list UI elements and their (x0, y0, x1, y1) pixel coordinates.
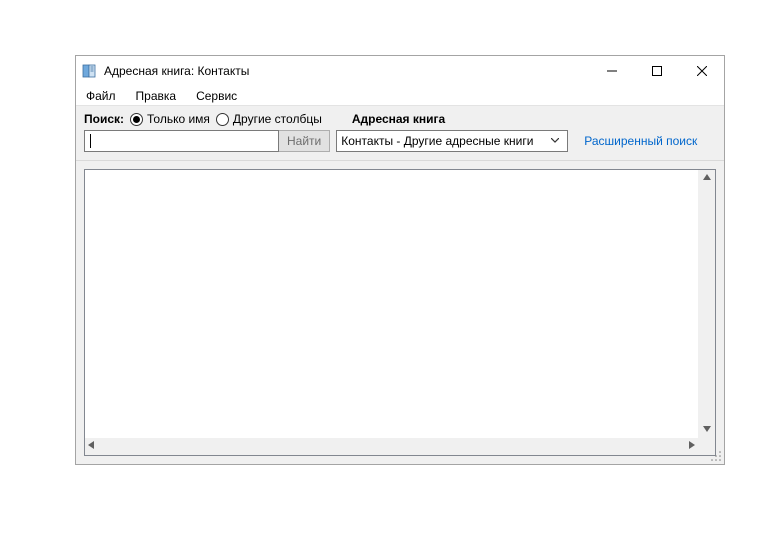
address-book-label: Адресная книга (352, 112, 445, 126)
radio-other-columns-label: Другие столбцы (233, 112, 322, 126)
menu-file[interactable]: Файл (82, 87, 120, 105)
app-icon (82, 63, 98, 79)
scroll-right-icon (686, 438, 698, 455)
search-input[interactable] (84, 130, 279, 152)
radio-name-only-label: Только имя (147, 112, 210, 126)
results-listview[interactable] (84, 169, 716, 456)
titlebar: Адресная книга: Контакты (76, 56, 724, 86)
resize-grip[interactable] (710, 450, 722, 462)
radio-name-only-indicator (130, 113, 143, 126)
maximize-button[interactable] (634, 56, 679, 86)
horizontal-scrollbar[interactable] (85, 438, 698, 455)
menubar: Файл Правка Сервис (76, 86, 724, 106)
radio-other-columns[interactable]: Другие столбцы (216, 112, 322, 126)
menu-edit[interactable]: Правка (132, 87, 181, 105)
scroll-left-icon (85, 438, 97, 455)
address-book-window: Адресная книга: Контакты Файл Правка Сер… (75, 55, 725, 465)
radio-other-columns-indicator (216, 113, 229, 126)
search-label: Поиск: (84, 112, 124, 126)
close-button[interactable] (679, 56, 724, 86)
find-button[interactable]: Найти (279, 130, 330, 152)
scroll-up-icon (700, 170, 714, 186)
content-area (76, 161, 724, 464)
address-book-select[interactable]: Контакты - Другие адресные книги (336, 130, 568, 152)
radio-name-only[interactable]: Только имя (130, 112, 210, 126)
address-book-selected: Контакты - Другие адресные книги (341, 134, 547, 148)
scroll-down-icon (700, 422, 714, 438)
menu-service[interactable]: Сервис (192, 87, 241, 105)
minimize-button[interactable] (589, 56, 634, 86)
search-toolbar: Поиск: Только имя Другие столбцы Адресна… (76, 106, 724, 161)
window-title: Адресная книга: Контакты (104, 64, 249, 78)
window-controls (589, 56, 724, 86)
chevron-down-icon (547, 136, 563, 147)
text-caret (90, 134, 91, 148)
advanced-search-link[interactable]: Расширенный поиск (584, 134, 697, 148)
vertical-scrollbar[interactable] (698, 170, 715, 438)
